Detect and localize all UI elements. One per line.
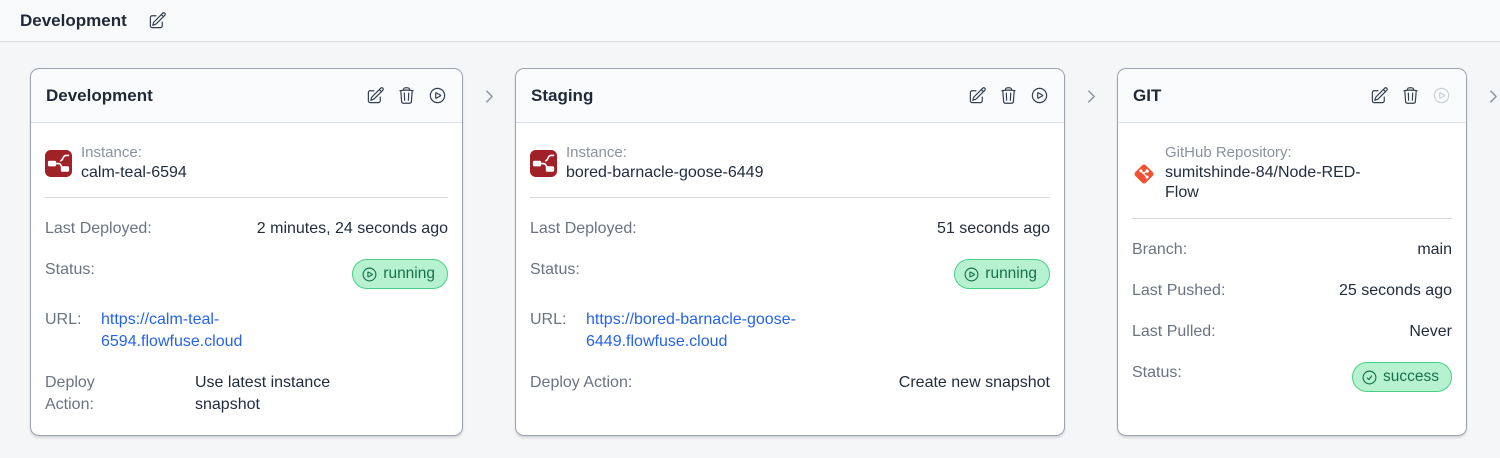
run-stage-button[interactable] (1030, 86, 1049, 105)
url-label: URL: (45, 310, 82, 328)
stage-title: Development (46, 85, 153, 105)
stage-actions (1370, 86, 1451, 105)
instance-url-link[interactable]: https://calm-teal-6594.flowfuse.cloud (101, 309, 336, 353)
pencil-square-icon (1370, 86, 1389, 105)
last-deployed-value: 2 minutes, 24 seconds ago (256, 220, 448, 238)
edit-stage-button[interactable] (968, 86, 987, 105)
status-badge: success (1352, 362, 1452, 392)
delete-stage-button[interactable] (397, 86, 416, 105)
instance-block: Instance: bored-barnacle-goose-6449 (530, 135, 1050, 189)
last-deployed-row: Last Deployed: 2 minutes, 24 seconds ago (45, 218, 448, 240)
last-pulled-row: Last Pulled: Never (1132, 321, 1452, 343)
play-circle-icon (1432, 86, 1451, 105)
delete-stage-button[interactable] (999, 86, 1018, 105)
trash-icon (999, 86, 1018, 105)
branch-row: Branch: main (1132, 239, 1452, 261)
deploy-action-label: Deploy Action: (530, 373, 633, 391)
last-pushed-label: Last Pushed: (1132, 282, 1226, 300)
repository-label: GitHub Repository: (1165, 144, 1292, 161)
last-deployed-label: Last Deployed: (45, 220, 152, 238)
delete-stage-button[interactable] (1401, 86, 1420, 105)
play-circle-icon (428, 86, 447, 105)
instance-name: bored-barnacle-goose-6449 (566, 163, 764, 181)
run-stage-button-disabled (1432, 86, 1451, 105)
deploy-action-value: Create new snapshot (898, 373, 1050, 391)
pipeline-stages-row: Development Instance: calm-teal-6594 Las… (0, 42, 1500, 436)
stage-separator (1065, 68, 1117, 105)
chevron-right-icon (1083, 88, 1100, 105)
stage-actions (366, 86, 447, 105)
deploy-action-label: Deploy Action: (45, 373, 95, 413)
last-pushed-value: 25 seconds ago (1339, 282, 1452, 300)
node-red-icon (45, 150, 72, 177)
status-row: Status: success (1132, 362, 1452, 392)
stage-header: Staging (516, 69, 1064, 123)
deploy-action-value: Use latest instance snapshot (195, 373, 331, 413)
play-circle-icon (361, 266, 378, 283)
chevron-right-icon (1485, 88, 1500, 105)
branch-label: Branch: (1132, 241, 1188, 259)
pipeline-header: Development (0, 0, 1500, 42)
last-deployed-value: 51 seconds ago (937, 220, 1050, 238)
pencil-square-icon (968, 86, 987, 105)
last-pulled-label: Last Pulled: (1132, 323, 1216, 341)
trash-icon (1401, 86, 1420, 105)
repository-block: GitHub Repository: sumitshinde-84/Node-R… (1132, 135, 1452, 210)
play-circle-icon (963, 266, 980, 283)
check-circle-icon (1361, 369, 1378, 386)
stage-card-git: GIT GitHub Repository: sumitshinde-84/No… (1117, 68, 1467, 436)
stage-separator (1467, 68, 1500, 105)
status-row: Status: running (530, 259, 1050, 289)
last-pulled-value: Never (1409, 323, 1452, 341)
status-label: Status: (1132, 364, 1182, 382)
instance-name: calm-teal-6594 (81, 163, 187, 181)
stage-header: Development (31, 69, 462, 123)
instance-label: Instance: (81, 144, 142, 161)
url-row: URL: https://bored-barnacle-goose-6449.f… (530, 309, 1050, 353)
pencil-square-icon (366, 86, 385, 105)
last-deployed-label: Last Deployed: (530, 220, 637, 238)
edit-stage-button[interactable] (1370, 86, 1389, 105)
play-circle-icon (1030, 86, 1049, 105)
stage-card-staging: Staging Instance: bored-barnacle-goose-6… (515, 68, 1065, 436)
status-badge: running (954, 259, 1050, 289)
instance-block: Instance: calm-teal-6594 (45, 135, 448, 189)
stage-card-development: Development Instance: calm-teal-6594 Las… (30, 68, 463, 436)
deploy-action-row: Deploy Action: Create new snapshot (530, 372, 1050, 394)
chevron-right-icon (481, 88, 498, 105)
url-row: URL: https://calm-teal-6594.flowfuse.clo… (45, 309, 448, 353)
stage-actions (968, 86, 1049, 105)
deploy-action-row: Deploy Action: Use latest instance snaps… (45, 372, 448, 416)
pipeline-title: Development (20, 10, 127, 30)
stage-header: GIT (1118, 69, 1466, 123)
stage-body: Instance: calm-teal-6594 Last Deployed: … (31, 123, 462, 449)
stage-separator (463, 68, 515, 105)
status-label: Status: (45, 261, 95, 279)
branch-value: main (1417, 241, 1452, 259)
instance-label: Instance: (566, 144, 627, 161)
repository-name: sumitshinde-84/Node-RED-Flow (1165, 163, 1361, 202)
stage-body: GitHub Repository: sumitshinde-84/Node-R… (1118, 123, 1466, 435)
url-label: URL: (530, 310, 567, 328)
status-label: Status: (530, 261, 580, 279)
trash-icon (397, 86, 416, 105)
stage-body: Instance: bored-barnacle-goose-6449 Last… (516, 123, 1064, 435)
edit-stage-button[interactable] (366, 86, 385, 105)
run-stage-button[interactable] (428, 86, 447, 105)
status-badge: running (352, 259, 448, 289)
last-deployed-row: Last Deployed: 51 seconds ago (530, 218, 1050, 240)
instance-url-link[interactable]: https://bored-barnacle-goose-6449.flowfu… (586, 309, 891, 353)
edit-pipeline-button[interactable] (148, 11, 167, 30)
status-row: Status: running (45, 259, 448, 289)
node-red-icon (530, 150, 557, 177)
last-pushed-row: Last Pushed: 25 seconds ago (1132, 280, 1452, 302)
stage-title: GIT (1133, 85, 1162, 105)
pencil-square-icon (148, 11, 167, 30)
stage-title: Staging (531, 85, 594, 105)
git-icon (1132, 162, 1156, 186)
